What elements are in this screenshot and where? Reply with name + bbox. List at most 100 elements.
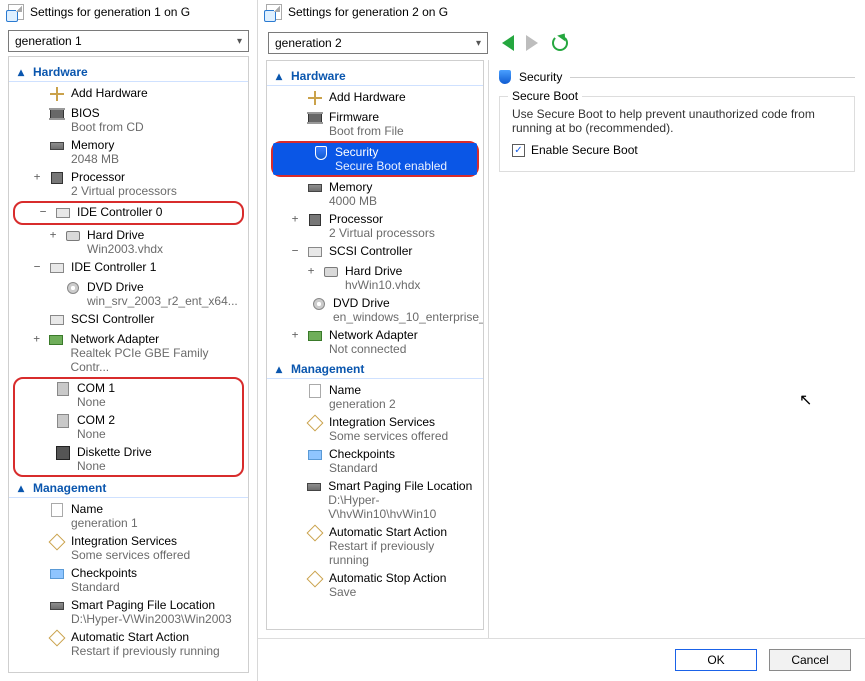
tree-item-net[interactable]: +Network AdapterNot connected (267, 326, 483, 358)
tree-item-label: Integration Services (71, 534, 190, 548)
tree-item-bios[interactable]: BIOSBoot from CD (9, 104, 248, 136)
tree-item-sublabel: Win2003.vhdx (87, 242, 163, 256)
tree-item-label: Automatic Start Action (71, 630, 220, 644)
left-tree-scroll[interactable]: ▴Hardware Add Hardware BIOSBoot from CDMem… (8, 56, 249, 673)
vm-selector-left-value: generation 1 (15, 34, 82, 48)
tree-item-memory[interactable]: Memory2048 MB (9, 136, 248, 168)
tree-item-scsi-dvd[interactable]: DVD Driveen_windows_10_enterprise_v... (267, 294, 483, 326)
expander-icon[interactable]: + (289, 328, 301, 341)
shield-icon (313, 145, 329, 161)
tree-item-chk[interactable]: CheckpointsStandard (9, 564, 248, 596)
tree-item-integ[interactable]: Integration ServicesSome services offere… (9, 532, 248, 564)
tree-item-vmname[interactable]: Namegeneration 2 (267, 381, 483, 413)
svc-icon (307, 525, 323, 541)
name-icon (49, 502, 65, 518)
dvd-icon (311, 296, 327, 312)
ide-icon (49, 260, 65, 276)
expander-icon[interactable]: − (37, 205, 49, 218)
management-section[interactable]: ▴Management (9, 479, 248, 498)
ok-button[interactable]: OK (675, 649, 757, 671)
expander-icon[interactable]: + (31, 170, 43, 183)
tree-item-chk[interactable]: CheckpointsStandard (267, 445, 483, 477)
right-tree-scroll[interactable]: ▴Hardware Add Hardware FirmwareBoot from F… (266, 60, 484, 630)
tree-item-ide1[interactable]: −IDE Controller 1 (9, 258, 248, 278)
tree-item-sublabel: generation 1 (71, 516, 138, 530)
tree-item-spf[interactable]: Smart Paging File LocationD:\Hyper-V\hvW… (267, 477, 483, 523)
tree-item-spf[interactable]: Smart Paging File LocationD:\Hyper-V\Win… (9, 596, 248, 628)
chk-icon (49, 566, 65, 582)
settings-icon (8, 4, 24, 20)
tree-item-label: Network Adapter (329, 328, 418, 342)
tree-item-processor[interactable]: +Processor2 Virtual processors (267, 210, 483, 242)
section-label: Management (291, 362, 364, 376)
tree-item-label: Automatic Stop Action (329, 571, 446, 585)
nav-next-icon[interactable] (526, 35, 538, 51)
tree-item-scsi[interactable]: −SCSI Controller (267, 242, 483, 262)
tree-item-autostop[interactable]: Automatic Stop ActionSave (267, 569, 483, 601)
management-section[interactable]: ▴Management (267, 360, 483, 379)
tree-item-sublabel: en_windows_10_enterprise_v... (333, 310, 484, 324)
svc-icon (307, 571, 323, 587)
expander-icon[interactable]: + (31, 332, 42, 345)
mem-icon (49, 598, 65, 614)
tree-item-vmname[interactable]: Namegeneration 1 (9, 500, 248, 532)
tree-item-com2[interactable]: COM 2None (15, 411, 242, 443)
tree-item-label: Name (71, 502, 138, 516)
detail-divider (570, 77, 855, 78)
tree-item-label: Checkpoints (71, 566, 137, 580)
vm-selector-right-value: generation 2 (275, 36, 342, 50)
expander-icon[interactable]: + (47, 228, 59, 241)
tree-item-sublabel: Standard (329, 461, 395, 475)
tree-item-autostart[interactable]: Automatic Start ActionRestart if previou… (267, 523, 483, 569)
group-title: Secure Boot (508, 89, 582, 103)
tree-item-processor[interactable]: +Processor2 Virtual processors (9, 168, 248, 200)
tree-item-sublabel: Restart if previously running (329, 539, 477, 567)
nav-prev-icon[interactable] (502, 35, 514, 51)
vm-selector-right[interactable]: generation 2 ▾ (268, 32, 488, 54)
tree-item-label: Network Adapter (70, 332, 242, 346)
tree-item-com1[interactable]: COM 1None (15, 379, 242, 411)
tree-item-label: Add Hardware (329, 90, 406, 104)
tree-item-label: Add Hardware (71, 86, 148, 100)
tree-item-scsi[interactable]: SCSI Controller (9, 310, 248, 330)
tree-item-ide1-dvd[interactable]: DVD Drivewin_srv_2003_r2_ent_x64... (9, 278, 248, 310)
enable-secure-boot-checkbox[interactable]: ✓ (512, 144, 525, 157)
tree-item-label: BIOS (71, 106, 144, 120)
tree-item-ide0[interactable]: − IDE Controller 0 (15, 203, 242, 223)
tree-item-sublabel: Restart if previously running (71, 644, 220, 658)
tree-item-label: DVD Drive (333, 296, 484, 310)
tree-item-scsi-hdd[interactable]: +Hard DrivehvWin10.vhdx (267, 262, 483, 294)
tree-item-sublabel: Some services offered (329, 429, 448, 443)
vm-selector-left[interactable]: generation 1 ▾ (8, 30, 249, 52)
tree-item-label: Name (329, 383, 396, 397)
chevron-up-icon: ▴ (15, 65, 27, 79)
tree-item-label: Smart Paging File Location (328, 479, 477, 493)
tree-item-security[interactable]: SecuritySecure Boot enabled (273, 143, 477, 175)
tree-item-sublabel: Secure Boot enabled (335, 159, 447, 173)
tree-item-autostart[interactable]: Automatic Start ActionRestart if previou… (9, 628, 248, 660)
cpu-icon (49, 170, 65, 186)
com-icon (55, 381, 71, 397)
expander-icon[interactable]: + (289, 212, 301, 225)
tree-item-net[interactable]: +Network AdapterRealtek PCIe GBE Family … (9, 330, 248, 376)
expander-icon[interactable]: + (305, 264, 317, 277)
reload-icon[interactable] (552, 35, 568, 51)
tree-item-add-hardware[interactable]: Add Hardware (9, 84, 248, 104)
hardware-section[interactable]: ▴Hardware (9, 63, 248, 82)
expander-icon[interactable]: − (289, 244, 301, 257)
expander-icon[interactable]: − (31, 260, 43, 273)
tree-item-fdd[interactable]: Diskette DriveNone (15, 443, 242, 475)
hardware-section[interactable]: ▴Hardware (267, 67, 483, 86)
tree-item-ide0-hdd[interactable]: +Hard DriveWin2003.vhdx (9, 226, 248, 258)
tree-item-sublabel: win_srv_2003_r2_ent_x64... (87, 294, 238, 308)
tree-item-label: IDE Controller 0 (77, 205, 162, 219)
tree-item-memory[interactable]: Memory4000 MB (267, 178, 483, 210)
tree-item-label: Diskette Drive (77, 445, 152, 459)
tree-item-sublabel: 2048 MB (71, 152, 119, 166)
tree-item-firmware[interactable]: FirmwareBoot from File (267, 108, 483, 140)
tree-item-integ[interactable]: Integration ServicesSome services offere… (267, 413, 483, 445)
tree-item-add-hardware[interactable]: Add Hardware (267, 88, 483, 108)
com-icon (55, 413, 71, 429)
tree-item-sublabel: Some services offered (71, 548, 190, 562)
cancel-button[interactable]: Cancel (769, 649, 851, 671)
